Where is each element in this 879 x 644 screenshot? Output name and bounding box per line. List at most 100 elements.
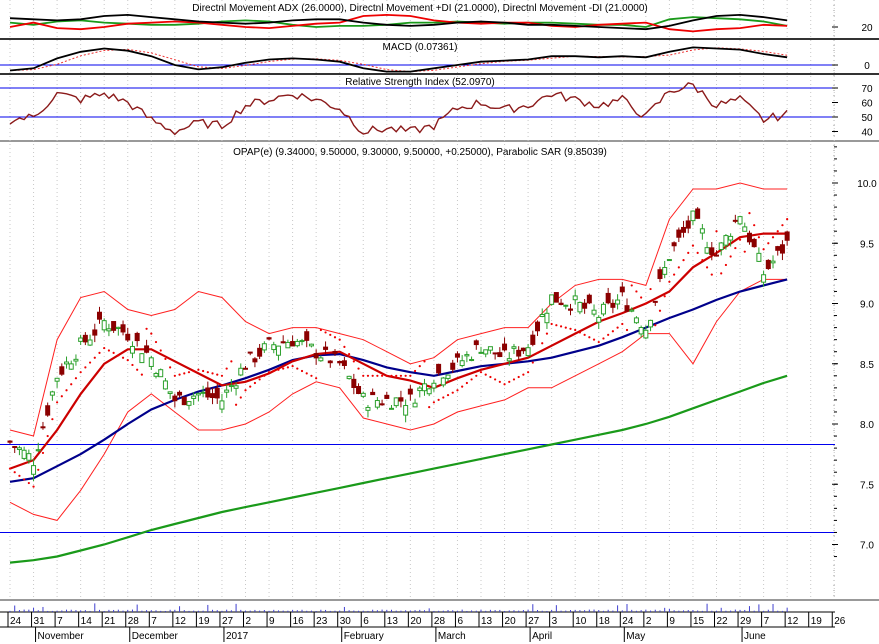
date-tick-label: 28: [128, 616, 140, 627]
candle-body: [87, 339, 93, 346]
dmi-title: Directnl Movement ADX (26.0000), Directn…: [192, 3, 647, 14]
candle-body: [454, 353, 460, 358]
sar-dot: [517, 375, 520, 379]
date-tick-label: 16: [293, 616, 305, 627]
sar-dot: [724, 263, 728, 267]
sar-dot: [117, 354, 120, 357]
sar-dot: [715, 230, 718, 233]
candle-body: [153, 373, 159, 377]
sar-dot: [84, 366, 87, 369]
candle-body: [445, 374, 451, 379]
candle-body: [742, 226, 748, 232]
sar-dot: [220, 374, 224, 377]
sar-dot: [753, 224, 756, 227]
candle-body: [525, 347, 531, 357]
candle-body: [464, 354, 470, 357]
sar-dot: [140, 373, 143, 376]
candle-body: [652, 300, 658, 303]
sar-dot: [771, 236, 775, 239]
candle-body: [681, 226, 687, 233]
sar-dot: [169, 366, 172, 369]
date-tick-label: 24: [10, 616, 22, 627]
sar-dot: [446, 393, 450, 397]
sar-dot: [23, 478, 26, 481]
sar-dot: [767, 242, 770, 245]
sar-dot: [621, 322, 624, 326]
sar-dot: [18, 474, 21, 477]
sar-dot: [527, 371, 530, 374]
candle-body: [275, 345, 281, 356]
candle-body: [73, 358, 79, 362]
candle-body: [779, 244, 785, 254]
sar-dot: [710, 273, 713, 276]
sar-dot: [296, 367, 299, 370]
sar-dot: [748, 212, 751, 215]
date-tick-label: 2: [646, 616, 652, 627]
sar-dot: [329, 333, 332, 336]
candle-body: [214, 387, 220, 399]
sar-dot: [107, 349, 111, 352]
sar-dot: [244, 389, 247, 392]
candle-body: [671, 242, 677, 247]
candle-body: [662, 267, 668, 275]
candle-body: [610, 302, 616, 308]
sar-dot: [362, 374, 365, 377]
candle-body: [125, 333, 131, 341]
candle-body: [243, 367, 248, 370]
sar-dot: [399, 374, 403, 377]
date-tick-label: 13: [481, 616, 493, 627]
grid: [0, 0, 879, 601]
sar-dot: [583, 333, 586, 336]
candle-body: [426, 388, 432, 395]
candle-body: [756, 252, 762, 262]
sar-dot: [720, 272, 723, 275]
candle-body: [718, 242, 724, 250]
sar-dot: [456, 389, 459, 392]
sar-dot: [126, 359, 129, 362]
candle-body: [737, 216, 743, 225]
candle-body: [49, 391, 55, 396]
sar-dot: [206, 371, 209, 374]
value-axis: 20 0 70 60 50 40 10.0 9.5 9.0 8.5 8.0 7.5 7.0: [832, 23, 877, 558]
candle-body: [82, 334, 88, 343]
sar-dot: [442, 396, 445, 399]
date-tick-label: 14: [81, 616, 93, 627]
candle-body: [219, 400, 225, 410]
month-label: March: [438, 631, 466, 642]
sar-dot: [743, 250, 746, 253]
candle-body: [26, 453, 32, 461]
sar-dot: [376, 374, 379, 377]
candle-body: [181, 396, 187, 406]
sar-dot: [187, 371, 191, 374]
candle-body: [450, 362, 456, 370]
sar-dot: [277, 368, 280, 371]
candle-body: [492, 352, 498, 355]
candle-body: [412, 402, 418, 408]
candle-body: [431, 382, 437, 389]
sar-dot: [395, 374, 398, 377]
candle-body: [714, 254, 719, 257]
sar-dot: [663, 295, 666, 298]
candle-body: [224, 389, 230, 393]
sar-dot: [536, 351, 539, 355]
sar-dot: [470, 378, 473, 381]
sar-dot: [729, 255, 732, 258]
price-axis-label: 7.5: [860, 480, 874, 491]
candle-body: [403, 405, 409, 416]
sar-dot: [588, 336, 591, 339]
month-label: February: [344, 631, 384, 642]
sar-dot: [300, 369, 304, 373]
sar-dot: [423, 360, 426, 363]
month-label: December: [132, 631, 179, 642]
sar-dot: [531, 361, 534, 364]
candle-body: [417, 387, 423, 392]
sar-dot: [32, 485, 35, 488]
date-tick-label: 20: [410, 616, 422, 627]
candle-body: [59, 366, 65, 375]
sar-dot: [263, 374, 266, 377]
candle-body: [473, 340, 479, 346]
date-tick-label: 7: [151, 616, 157, 627]
date-tick-label: 3: [552, 616, 558, 627]
candle-body: [600, 303, 606, 315]
date-tick-label: 18: [599, 616, 611, 627]
